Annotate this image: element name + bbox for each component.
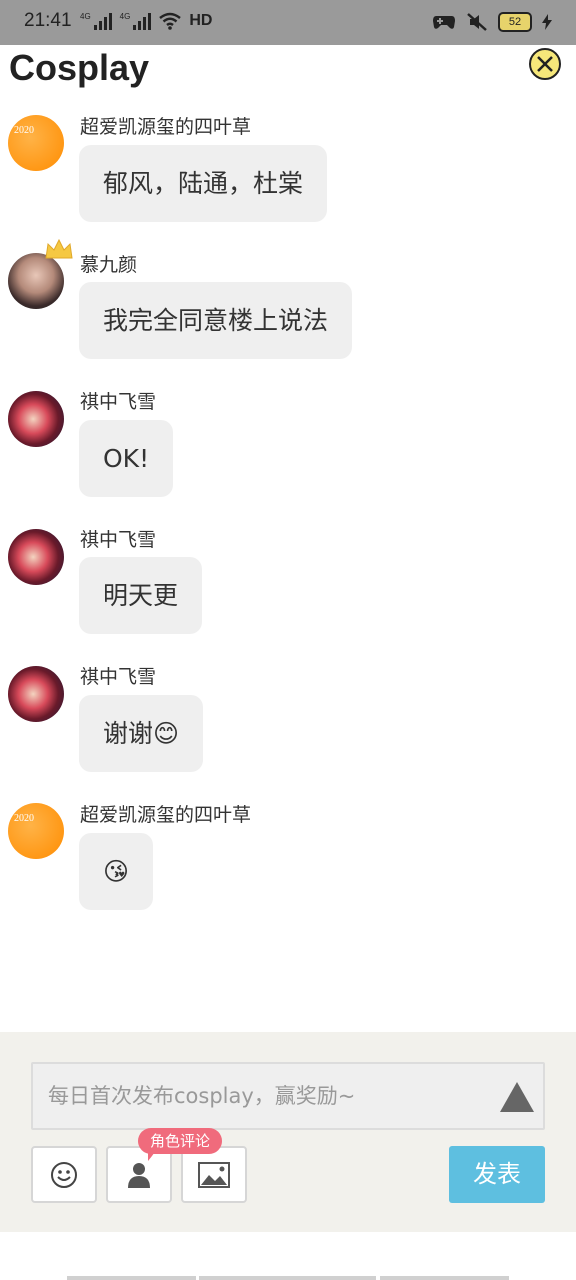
mute-icon: [467, 13, 487, 31]
avatar[interactable]: [8, 391, 64, 447]
username[interactable]: 慕九颜: [80, 250, 137, 277]
message-bubble: 郁风，陆通，杜棠: [79, 145, 328, 222]
image-button[interactable]: [181, 1146, 247, 1203]
username[interactable]: 祺中飞雪: [80, 387, 156, 414]
avatar[interactable]: [8, 529, 64, 585]
crown-icon: [45, 238, 73, 259]
username[interactable]: 祺中飞雪: [80, 662, 156, 689]
message-bubble: 明天更: [79, 557, 203, 634]
close-button[interactable]: [529, 48, 561, 80]
nav-indicator: [199, 1276, 376, 1280]
username[interactable]: 超爱凯源玺的四叶草: [80, 112, 251, 139]
nav-indicator: [67, 1276, 196, 1280]
message-bubble: 😘: [79, 833, 154, 910]
person-icon: [128, 1162, 150, 1188]
emoji-button[interactable]: [31, 1146, 97, 1203]
status-icons-right: 52: [432, 12, 552, 32]
comment-input[interactable]: 每日首次发布cosplay，赢奖励~: [31, 1062, 545, 1130]
wifi-icon: [159, 12, 182, 30]
username[interactable]: 超爱凯源玺的四叶草: [80, 800, 251, 827]
publish-button[interactable]: 发表: [449, 1146, 545, 1203]
smiley-icon: [51, 1161, 77, 1188]
status-time: 21:41: [24, 10, 72, 31]
nav-indicator: [380, 1276, 509, 1280]
status-icons-left: 4G 4G HD: [80, 12, 212, 30]
hd-indicator: HD: [189, 12, 213, 29]
signal-icon: 4G: [80, 12, 112, 30]
role-button[interactable]: [106, 1146, 172, 1203]
message-bubble: 我完全同意楼上说法: [79, 282, 353, 359]
battery-icon: 52: [498, 12, 532, 32]
signal-icon: 4G: [120, 12, 152, 30]
page-title: Cosplay: [9, 47, 150, 88]
charging-icon: [542, 14, 552, 30]
role-comment-tag[interactable]: 角色评论: [138, 1128, 223, 1161]
avatar[interactable]: 2020: [8, 803, 64, 859]
gamepad-icon: [433, 16, 455, 29]
composer-panel: 每日首次发布cosplay，赢奖励~ 角色评论 发表: [0, 1032, 576, 1232]
close-icon: [537, 56, 553, 72]
avatar[interactable]: 2020: [8, 115, 64, 171]
expand-triangle-icon[interactable]: [498, 1080, 536, 1114]
avatar[interactable]: [8, 253, 64, 309]
username[interactable]: 祺中飞雪: [80, 525, 156, 552]
message-bubble: 谢谢😊: [79, 695, 204, 772]
status-bar: 21:41 4G 4G HD 52: [0, 0, 576, 45]
message-bubble: OK!: [79, 420, 174, 497]
avatar[interactable]: [8, 666, 64, 722]
image-icon: [198, 1161, 230, 1188]
